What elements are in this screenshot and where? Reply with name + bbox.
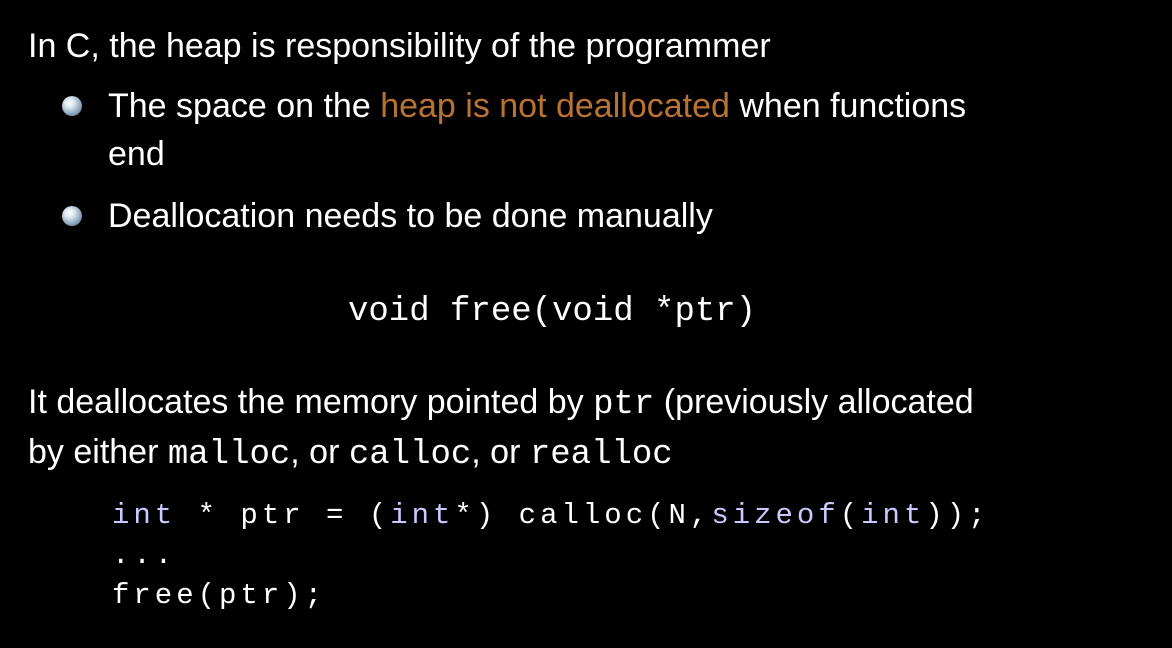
bullet-1: The space on the heap is not deallocated… [108,86,966,126]
bullet-2: Deallocation needs to be done manually [108,197,713,235]
bullet-1-cont: end [108,135,165,173]
explanation-line-1: It deallocates the memory pointed by ptr… [28,382,974,425]
bullet-1-highlight: heap is not deallocated [380,87,730,125]
code-line-2: ... [112,539,177,572]
code-keyword: int [112,499,177,532]
bullet-1-post: when functions [729,87,967,125]
inline-code-ptr: ptr [593,386,655,424]
explanation-text: by either [28,433,168,471]
explanation-text: (previously allocated [654,383,974,421]
inline-code-realloc: realloc [529,436,673,474]
explanation-text: , or [471,433,530,471]
code-text: * ptr = ( [176,499,391,532]
code-line-3: free(ptr); [112,579,327,612]
explanation-text: It deallocates the memory pointed by [28,383,594,421]
code-text: )); [925,499,990,532]
slide: In C, the heap is responsibility of the … [0,0,1172,648]
heading: In C, the heap is responsibility of the … [28,27,771,65]
explanation-text: , or [290,433,349,471]
bullet-1-pre: The space on the [108,87,381,125]
code-keyword: int [390,499,455,532]
code-text: *) calloc(N, [454,499,712,532]
bullet-icon [62,96,82,116]
code-text: ( [839,499,862,532]
code-keyword: sizeof [711,499,840,532]
inline-code-malloc: malloc [167,436,291,474]
function-signature: void free(void *ptr) [348,293,757,331]
bullet-icon [62,206,82,226]
code-line-1: int * ptr = (int*) calloc(N,sizeof(int))… [112,496,990,536]
explanation-line-2: by either malloc, or calloc, or realloc [28,432,673,475]
code-keyword: int [861,499,926,532]
inline-code-calloc: calloc [348,436,472,474]
